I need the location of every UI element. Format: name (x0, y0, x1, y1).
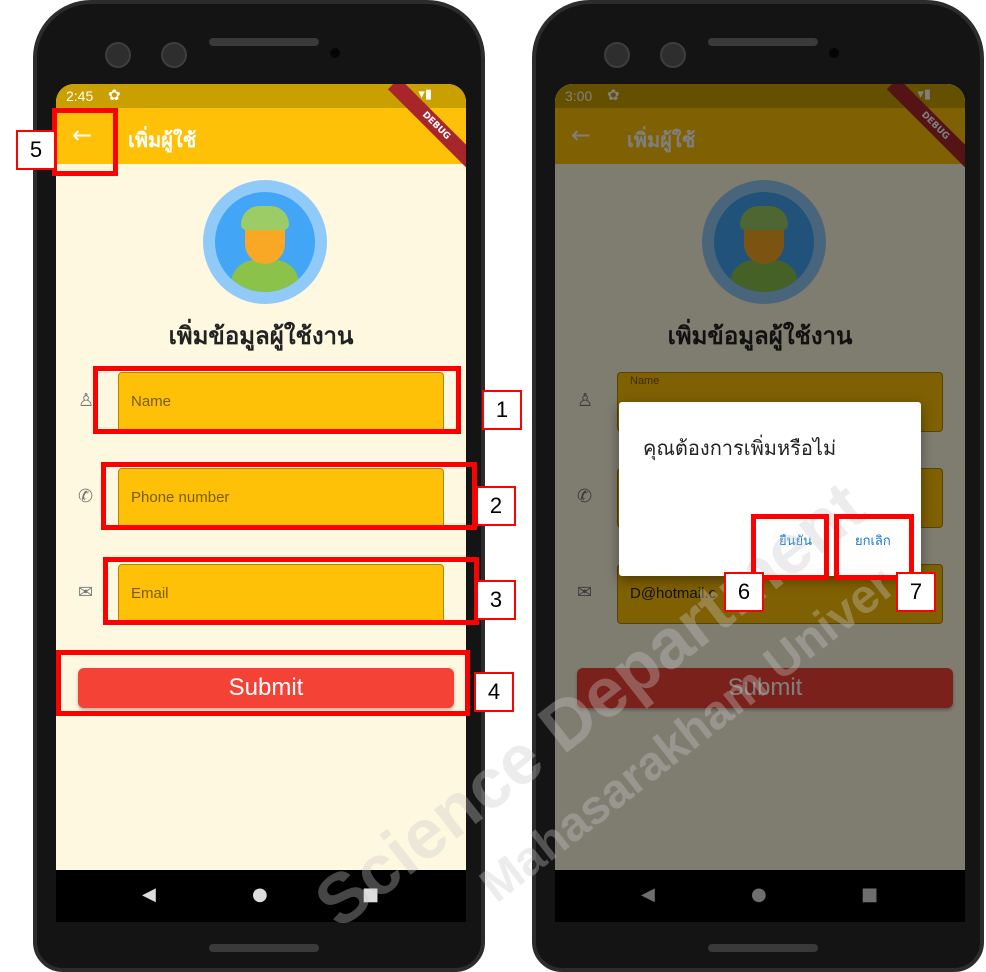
avatar-hair (241, 206, 289, 230)
annotation-box-2 (101, 462, 477, 530)
status-time: 2:45 (66, 88, 94, 104)
annotation-box-5 (52, 108, 118, 176)
annotation-box-6 (751, 514, 829, 580)
bottom-speaker (708, 944, 818, 952)
annotation-box-1 (93, 366, 461, 434)
annotation-number-2: 2 (476, 486, 516, 526)
front-sensor (161, 42, 187, 68)
mail-icon: ✉ (78, 582, 94, 603)
nav-home-icon[interactable]: ● (252, 884, 268, 905)
page-heading: เพิ่มข้อมูลผู้ใช้งาน (168, 322, 354, 350)
front-camera (105, 42, 131, 68)
proximity-sensor (829, 48, 839, 58)
person-icon: ♙ (78, 390, 95, 411)
annotation-number-4: 4 (474, 672, 514, 712)
phone-icon: ✆ (78, 486, 94, 507)
avatar-body (231, 260, 299, 292)
avatar (203, 180, 327, 304)
annotation-number-6: 6 (724, 572, 764, 612)
proximity-sensor (330, 48, 340, 58)
nav-back-icon[interactable]: ◀ (142, 884, 156, 905)
annotation-number-5: 5 (16, 130, 56, 170)
annotation-number-1: 1 (482, 390, 522, 430)
front-camera (604, 42, 630, 68)
front-sensor (660, 42, 686, 68)
app-title: เพิ่มผู้ใช้ (128, 128, 197, 152)
dialog-message: คุณต้องการเพิ่มหรือไม่ (643, 436, 837, 460)
earpiece (209, 38, 319, 46)
settings-icon: ✿ (108, 87, 121, 104)
earpiece (708, 38, 818, 46)
annotation-number-7: 7 (896, 572, 936, 612)
annotation-number-3: 3 (476, 580, 516, 620)
annotation-box-4 (56, 650, 470, 716)
annotation-box-7 (834, 514, 914, 580)
bottom-speaker (209, 944, 319, 952)
annotation-box-3 (103, 557, 479, 625)
